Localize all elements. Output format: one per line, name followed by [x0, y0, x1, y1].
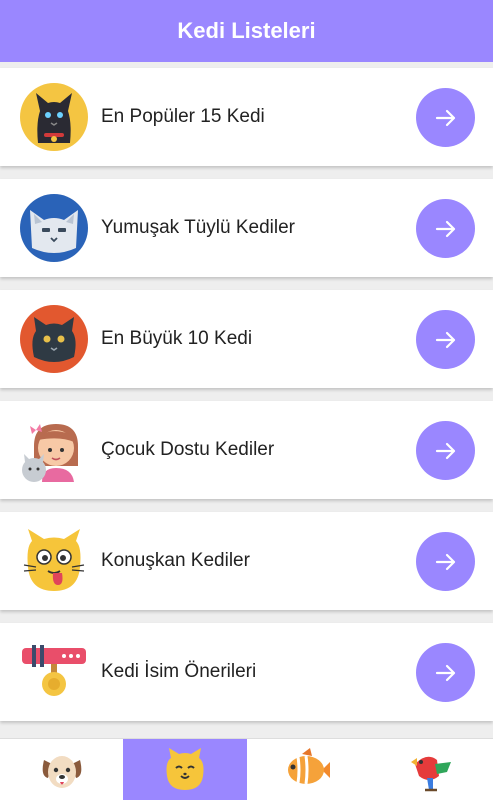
arrow-button[interactable]	[416, 643, 475, 702]
fluffy-cat-icon	[20, 194, 88, 262]
dog-icon	[42, 755, 81, 788]
black-cat-icon	[20, 83, 88, 151]
list-item-label: En Büyük 10 Kedi	[101, 328, 253, 349]
list-item-kid-friendly[interactable]: Çocuk Dostu Kediler	[0, 401, 493, 499]
fish-icon	[288, 747, 331, 784]
big-cat-icon	[20, 305, 88, 373]
arrow-button[interactable]	[416, 310, 475, 369]
tab-fish[interactable]	[247, 739, 370, 800]
arrow-right-icon	[435, 442, 455, 459]
app-bar: Kedi Listeleri	[0, 0, 493, 62]
arrow-button[interactable]	[416, 532, 475, 591]
bird-icon	[411, 756, 452, 791]
girl-with-cat-icon	[22, 424, 78, 482]
list-item-label: Çocuk Dostu Kediler	[101, 439, 275, 460]
arrow-right-icon	[435, 664, 455, 681]
cat-collar-icon	[22, 645, 86, 696]
cat-icon	[166, 747, 204, 790]
page-title: Kedi Listeleri	[177, 18, 316, 43]
arrow-right-icon	[435, 220, 455, 237]
arrow-right-icon	[435, 331, 455, 348]
arrow-button[interactable]	[416, 421, 475, 480]
arrow-right-icon	[435, 553, 455, 570]
arrow-button[interactable]	[416, 199, 475, 258]
list-item-label: Konuşkan Kediler	[101, 550, 250, 571]
arrow-button[interactable]	[416, 88, 475, 147]
list-item-name-suggestions[interactable]: Kedi İsim Önerileri	[0, 623, 493, 721]
tab-cats[interactable]	[123, 739, 247, 800]
list-item-fluffy[interactable]: Yumuşak Tüylü Kediler	[0, 179, 493, 277]
tab-dogs[interactable]	[0, 739, 123, 800]
list-item-talkative[interactable]: Konuşkan Kediler	[0, 512, 493, 610]
list-item-label: Yumuşak Tüylü Kediler	[101, 217, 295, 238]
arrow-right-icon	[435, 109, 455, 126]
list-item-label: Kedi İsim Önerileri	[101, 661, 257, 682]
list-item-label: En Popüler 15 Kedi	[101, 106, 265, 127]
tab-birds[interactable]	[370, 739, 493, 800]
list-item-popular[interactable]: En Popüler 15 Kedi	[0, 68, 493, 166]
talking-cat-icon	[23, 529, 85, 591]
bottom-navigation	[0, 738, 493, 800]
list-item-biggest[interactable]: En Büyük 10 Kedi	[0, 290, 493, 388]
